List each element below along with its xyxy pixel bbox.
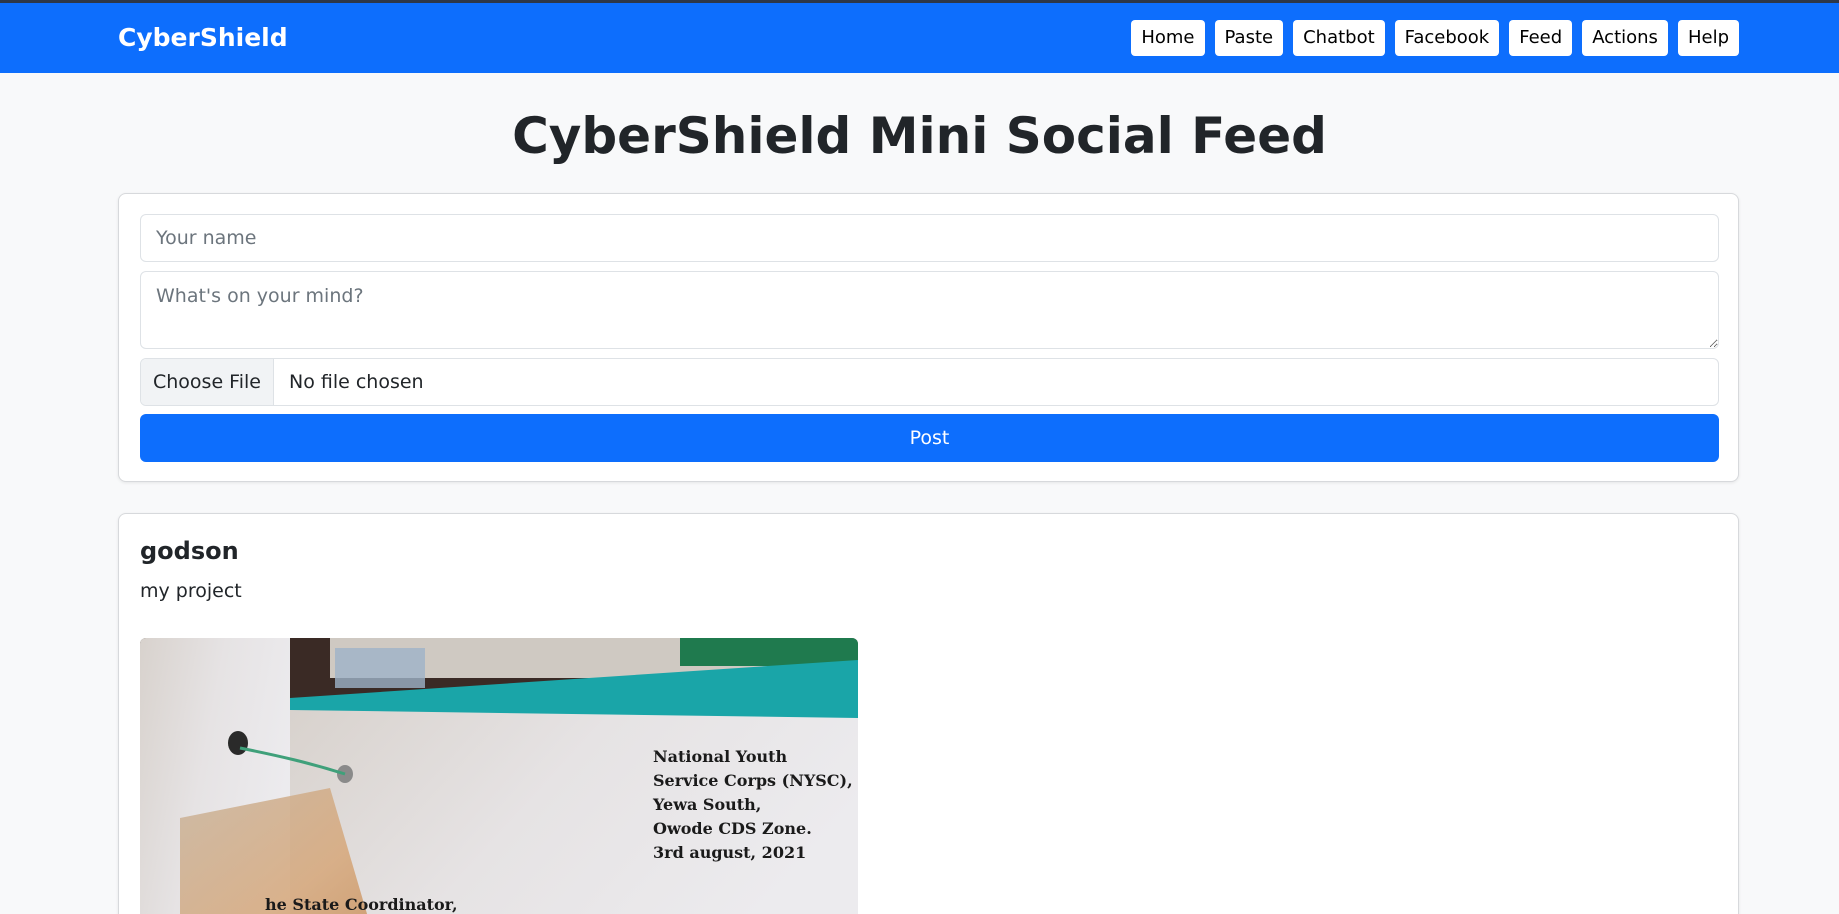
feed-post: godson my project National Youth Service… — [118, 513, 1739, 914]
nav-links: Home Paste Chatbot Facebook Feed Actions… — [1131, 20, 1739, 56]
nav-facebook-button[interactable]: Facebook — [1394, 20, 1500, 56]
nav-help-button[interactable]: Help — [1677, 20, 1739, 56]
post-image-line-1: National Youth — [653, 747, 788, 766]
post-author: godson — [140, 537, 239, 565]
file-input[interactable]: Choose File No file chosen — [140, 358, 1719, 406]
nav-feed-button[interactable]: Feed — [1509, 20, 1573, 56]
navbar: CyberShield Home Paste Chatbot Facebook … — [0, 3, 1839, 73]
nav-home-button[interactable]: Home — [1131, 20, 1205, 56]
post-image-photo: National Youth Service Corps (NYSC), Yew… — [140, 638, 858, 914]
page-title: CyberShield Mini Social Feed — [512, 107, 1327, 165]
nav-chatbot-button[interactable]: Chatbot — [1293, 20, 1385, 56]
post-button[interactable]: Post — [140, 414, 1719, 462]
post-text: my project — [140, 580, 242, 602]
name-input[interactable] — [140, 214, 1719, 262]
nav-paste-button[interactable]: Paste — [1214, 20, 1284, 56]
post-image-line-3: Yewa South, — [652, 795, 761, 814]
choose-file-button[interactable]: Choose File — [141, 359, 274, 405]
compose-card: Choose File No file chosen Post — [118, 193, 1739, 482]
brand-logo[interactable]: CyberShield — [118, 23, 288, 53]
post-image-salutation: he State Coordinator, — [265, 895, 458, 914]
post-image-line-5: 3rd august, 2021 — [653, 843, 806, 862]
post-image-line-2: Service Corps (NYSC), — [653, 771, 853, 790]
message-textarea[interactable] — [140, 271, 1719, 349]
nav-actions-button[interactable]: Actions — [1582, 20, 1668, 56]
file-status-text: No file chosen — [289, 371, 424, 393]
post-image[interactable]: National Youth Service Corps (NYSC), Yew… — [140, 638, 858, 914]
post-image-line-4: Owode CDS Zone. — [653, 819, 812, 838]
